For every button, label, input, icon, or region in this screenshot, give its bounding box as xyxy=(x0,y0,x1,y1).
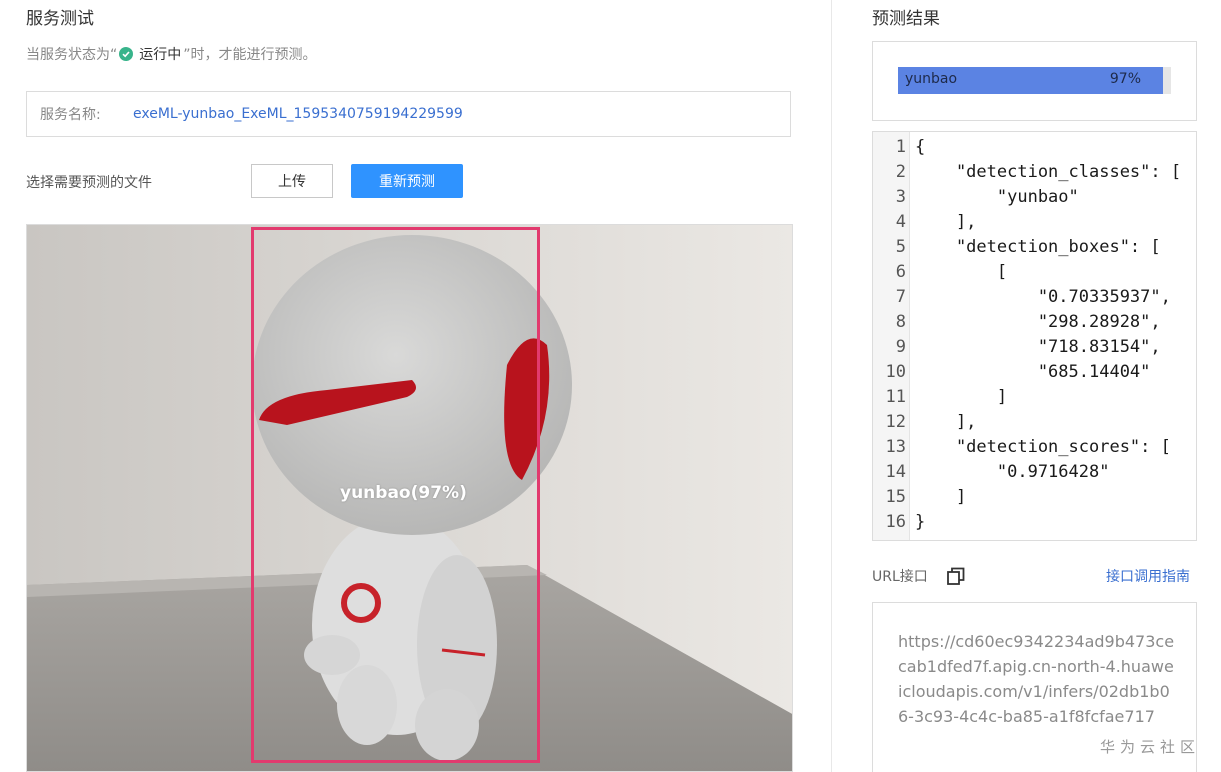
line-number: 16 xyxy=(885,512,906,532)
code-line: 9 "718.83154", xyxy=(873,335,1161,360)
status-hint-suffix: ”时，才能进行预测。 xyxy=(183,47,317,63)
line-number: 1 xyxy=(895,137,906,157)
code-text: ] xyxy=(915,387,1008,407)
code-line: 1{ xyxy=(873,135,926,160)
json-result-viewer[interactable]: 1{2 "detection_classes": [3 "yunbao" 4 ],… xyxy=(872,131,1197,541)
select-file-label: 选择需要预测的文件 xyxy=(26,175,152,191)
code-line: 12 ], xyxy=(873,410,977,435)
code-line: 14 "0.9716428" xyxy=(873,460,1110,485)
line-number: 14 xyxy=(885,462,906,482)
code-text: "detection_classes": [ xyxy=(915,162,1182,182)
score-bar-percent: 97% xyxy=(1109,71,1141,87)
status-hint: 当服务状态为“ 运行中 ”时，才能进行预测。 xyxy=(26,44,317,64)
line-number: 11 xyxy=(885,387,906,407)
detection-label: yunbao(97%) xyxy=(340,483,467,503)
code-line: 13 "detection_scores": [ xyxy=(873,435,1171,460)
api-url-text: https://cd60ec9342234ad9b473cecab1dfed7f… xyxy=(898,632,1175,726)
check-circle-icon xyxy=(119,47,134,61)
code-text: [ xyxy=(915,262,1008,282)
line-number: 2 xyxy=(895,162,906,182)
prediction-image: yunbao(97%) xyxy=(26,224,793,772)
code-line: 4 ], xyxy=(873,210,977,235)
copy-icon[interactable] xyxy=(946,566,966,586)
line-number: 4 xyxy=(895,212,906,232)
code-line: 8 "298.28928", xyxy=(873,310,1161,335)
code-line: 11 ] xyxy=(873,385,1008,410)
api-guide-link[interactable]: 接口调用指南 xyxy=(1106,566,1190,586)
service-test-page: 服务测试 当服务状态为“ 运行中 ”时，才能进行预测。 服务名称: exeML-… xyxy=(0,0,1221,772)
code-text: ] xyxy=(915,487,967,507)
status-running-text: 运行中 xyxy=(139,47,182,63)
code-text: } xyxy=(915,512,926,532)
service-name-field: 服务名称: exeML-yunbao_ExeML_159534075919422… xyxy=(26,91,791,137)
line-number: 6 xyxy=(895,262,906,282)
result-summary: yunbao 97% xyxy=(872,41,1197,121)
code-line: 16} xyxy=(873,510,926,535)
upload-button[interactable]: 上传 xyxy=(251,164,333,198)
result-title: 预测结果 xyxy=(872,9,940,29)
line-number: 8 xyxy=(895,312,906,332)
code-line: 10 "685.14404" xyxy=(873,360,1151,385)
repredict-button[interactable]: 重新预测 xyxy=(351,164,463,198)
line-number: 10 xyxy=(885,362,906,382)
line-number: 5 xyxy=(895,237,906,257)
line-number: 13 xyxy=(885,437,906,457)
code-text: "718.83154", xyxy=(915,337,1161,357)
code-line: 2 "detection_classes": [ xyxy=(873,160,1181,185)
code-text: "685.14404" xyxy=(915,362,1151,382)
page-title: 服务测试 xyxy=(26,9,94,29)
code-line: 3 "yunbao" xyxy=(873,185,1079,210)
service-name-value: exeML-yunbao_ExeML_1595340759194229599 xyxy=(133,106,463,122)
panel-divider xyxy=(831,0,832,772)
code-text: "detection_scores": [ xyxy=(915,437,1171,457)
code-text: { xyxy=(915,137,926,157)
watermark: 华为云社区 xyxy=(1100,738,1201,756)
line-number: 9 xyxy=(895,337,906,357)
line-number: 12 xyxy=(885,412,906,432)
code-text: ], xyxy=(915,212,977,232)
url-label: URL接口 xyxy=(872,569,928,585)
code-line: 6 [ xyxy=(873,260,1007,285)
line-number: 3 xyxy=(895,187,906,207)
code-text: "0.70335937", xyxy=(915,287,1171,307)
score-bar-class: yunbao xyxy=(905,71,958,87)
code-line: 15 ] xyxy=(873,485,967,510)
line-number: 7 xyxy=(895,287,906,307)
service-name-label: 服务名称: xyxy=(40,107,101,123)
code-line: 7 "0.70335937", xyxy=(873,285,1171,310)
code-line: 5 "detection_boxes": [ xyxy=(873,235,1161,260)
code-text: "0.9716428" xyxy=(915,462,1110,482)
code-text: "298.28928", xyxy=(915,312,1161,332)
code-text: ], xyxy=(915,412,977,432)
status-hint-prefix: 当服务状态为“ xyxy=(26,47,118,63)
line-number: 15 xyxy=(885,487,906,507)
code-text: "yunbao" xyxy=(915,187,1079,207)
code-text: "detection_boxes": [ xyxy=(915,237,1161,257)
score-bar: yunbao 97% xyxy=(898,67,1171,94)
